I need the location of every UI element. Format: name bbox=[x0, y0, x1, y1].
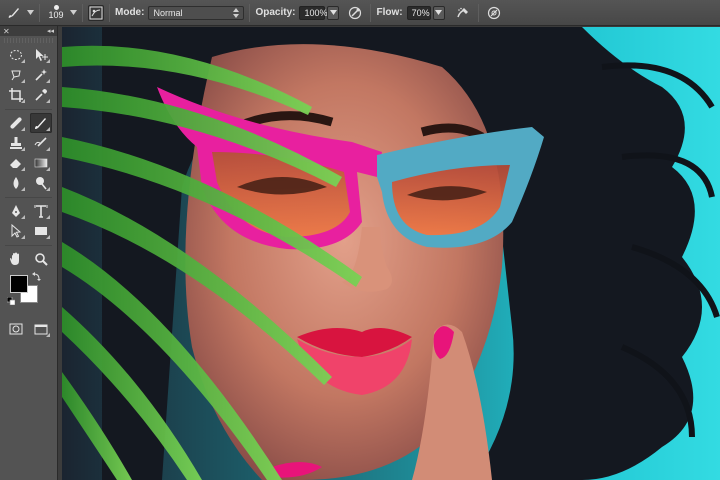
document-canvas[interactable] bbox=[62, 27, 720, 480]
photo-canvas bbox=[62, 27, 720, 480]
toggle-brush-panel-icon bbox=[89, 6, 103, 19]
brush-tool-preset-picker[interactable] bbox=[4, 3, 24, 23]
zoom-tool[interactable] bbox=[30, 249, 52, 269]
toggle-brush-panel-button[interactable] bbox=[88, 4, 104, 21]
eyedropper-icon bbox=[35, 89, 47, 101]
screen-mode-icon bbox=[34, 324, 48, 335]
hand-tool[interactable] bbox=[5, 249, 27, 269]
tool-group-divider bbox=[5, 193, 52, 198]
opacity-label: Opacity: bbox=[255, 7, 296, 18]
blur-tool[interactable] bbox=[5, 173, 27, 193]
zoom-icon bbox=[35, 253, 48, 266]
airbrush-icon bbox=[456, 7, 468, 17]
quick-mask-icon bbox=[9, 323, 23, 335]
mode-value: Normal bbox=[153, 7, 183, 18]
brush-tool[interactable] bbox=[30, 113, 52, 133]
swap-colors-icon[interactable] bbox=[32, 271, 42, 281]
airbrush-button[interactable] bbox=[453, 3, 473, 23]
eraser-tool[interactable] bbox=[5, 153, 27, 173]
flow-slider-button[interactable] bbox=[432, 5, 445, 20]
lasso-tool[interactable] bbox=[5, 65, 27, 85]
crop-tool[interactable] bbox=[5, 85, 27, 105]
magic-wand-icon bbox=[35, 69, 47, 81]
pressure-opacity-button[interactable] bbox=[345, 3, 365, 23]
brush-preset-dropdown[interactable] bbox=[69, 6, 77, 20]
pen-tool[interactable] bbox=[5, 201, 27, 221]
updown-arrows-icon bbox=[233, 7, 240, 18]
collapse-panel-icon[interactable]: ◂◂ bbox=[47, 27, 54, 35]
tools-panel-header: ✕ ◂◂ bbox=[0, 26, 57, 36]
brush-icon bbox=[35, 118, 46, 129]
eraser-icon bbox=[10, 159, 21, 168]
screen-mode-button[interactable] bbox=[30, 319, 52, 339]
type-tool[interactable] bbox=[30, 201, 52, 221]
bandage-icon bbox=[10, 117, 22, 129]
opacity-input[interactable]: 100% bbox=[299, 5, 328, 20]
tool-group-divider bbox=[5, 241, 52, 246]
chevron-down-icon bbox=[435, 10, 443, 15]
flow-value: 70% bbox=[411, 7, 430, 18]
magic-wand-tool[interactable] bbox=[30, 65, 52, 85]
path-selection-tool[interactable] bbox=[5, 221, 27, 241]
type-icon bbox=[34, 205, 48, 218]
pressure-size-button[interactable] bbox=[484, 3, 504, 23]
close-icon[interactable]: ✕ bbox=[3, 27, 10, 36]
elliptical-marquee-tool[interactable] bbox=[5, 45, 27, 65]
panel-grip[interactable] bbox=[4, 38, 53, 43]
color-swatches bbox=[6, 271, 51, 313]
history-brush-tool[interactable] bbox=[30, 133, 52, 153]
separator bbox=[370, 3, 372, 22]
rectangle-shape-tool[interactable] bbox=[30, 221, 52, 241]
pressure-size-icon bbox=[487, 6, 500, 19]
separator bbox=[109, 3, 110, 22]
brush-tool-dropdown[interactable] bbox=[26, 6, 34, 20]
opacity-slider-button[interactable] bbox=[327, 5, 340, 20]
mode-select[interactable]: Normal bbox=[148, 5, 245, 20]
dodge-tool[interactable] bbox=[30, 173, 52, 193]
clone-stamp-tool[interactable] bbox=[5, 133, 27, 153]
spot-healing-tool[interactable] bbox=[5, 113, 27, 133]
hand-icon bbox=[10, 252, 19, 265]
dodge-icon bbox=[36, 177, 47, 190]
separator bbox=[82, 3, 83, 22]
brush-tool-icon bbox=[8, 7, 19, 18]
eyedropper-tool[interactable] bbox=[30, 85, 52, 105]
default-colors-icon[interactable] bbox=[7, 297, 15, 305]
chevron-down-icon bbox=[69, 10, 77, 15]
rectangle-icon bbox=[35, 227, 47, 235]
crop-icon bbox=[9, 88, 23, 102]
foreground-color-swatch[interactable] bbox=[10, 275, 28, 293]
options-bar: 109 Mode: Normal Opacity: 100% Flow: 70% bbox=[0, 0, 720, 26]
move-icon bbox=[36, 49, 48, 61]
separator bbox=[249, 3, 251, 22]
gradient-icon bbox=[34, 158, 48, 168]
stamp-icon bbox=[10, 137, 22, 149]
tools-panel: ✕ ◂◂ bbox=[0, 26, 58, 480]
chevron-down-icon bbox=[329, 10, 337, 15]
path-selection-icon bbox=[11, 224, 22, 238]
separator bbox=[477, 3, 479, 22]
chevron-down-icon bbox=[26, 10, 34, 15]
brush-size-value: 109 bbox=[48, 10, 64, 20]
move-tool[interactable] bbox=[30, 45, 52, 65]
elliptical-marquee-icon bbox=[10, 50, 22, 60]
pressure-opacity-icon bbox=[349, 6, 362, 19]
gradient-tool[interactable] bbox=[30, 153, 52, 173]
history-brush-icon bbox=[34, 137, 47, 147]
brush-preset-picker[interactable]: 109 bbox=[45, 0, 67, 26]
drop-icon bbox=[13, 177, 19, 189]
pen-icon bbox=[12, 205, 20, 217]
separator bbox=[39, 3, 40, 22]
quick-mask-button[interactable] bbox=[5, 319, 27, 339]
flow-label: Flow: bbox=[376, 7, 403, 18]
tool-group-divider bbox=[5, 105, 52, 110]
mode-label: Mode: bbox=[115, 7, 145, 18]
flow-input[interactable]: 70% bbox=[406, 5, 431, 20]
opacity-value: 100% bbox=[304, 7, 328, 18]
lasso-icon bbox=[11, 70, 21, 81]
